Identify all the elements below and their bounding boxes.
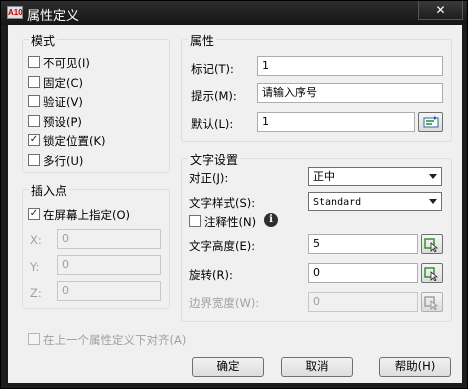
ok-button[interactable]: 确定 bbox=[192, 357, 264, 377]
text-height-label: 文字高度(E): bbox=[189, 239, 256, 253]
prompt-label: 提示(M): bbox=[191, 89, 237, 103]
default-input[interactable]: 1 bbox=[257, 112, 415, 132]
close-button[interactable]: ✕ bbox=[418, 1, 463, 20]
mode-checkbox[interactable] bbox=[28, 75, 40, 88]
justify-select-value: 正中 bbox=[313, 170, 335, 183]
mode-checkbox-label: 固定(C) bbox=[43, 75, 84, 90]
mode-checkbox-label: 不可见(I) bbox=[43, 56, 90, 70]
x-input[interactable]: 0 bbox=[57, 229, 161, 249]
mode-checkbox-label: 验证(V) bbox=[43, 95, 83, 109]
y-input[interactable]: 0 bbox=[57, 255, 161, 275]
attribute-group-title: 属性 bbox=[188, 32, 217, 49]
mode-checkbox[interactable] bbox=[28, 153, 40, 166]
annotative-checkbox[interactable] bbox=[189, 215, 201, 227]
align-below-previous-label: 在上一个属性定义下对齐(A) bbox=[43, 333, 187, 347]
mode-checkbox-label: 锁定位置(K) bbox=[43, 134, 106, 148]
boundary-width-label: 边界宽度(W): bbox=[189, 296, 260, 310]
pick-point-icon bbox=[424, 238, 439, 253]
pick-point-icon bbox=[424, 296, 439, 311]
tag-label: 标记(T): bbox=[191, 62, 234, 76]
mode-checkbox-label: 多行(U) bbox=[43, 153, 84, 168]
autocad-app-icon: A10 bbox=[7, 6, 23, 19]
tag-input[interactable]: 1 bbox=[257, 56, 443, 76]
info-icon[interactable]: i bbox=[264, 213, 278, 227]
mode-checkbox[interactable] bbox=[28, 56, 40, 68]
justify-select[interactable]: 正中 bbox=[308, 167, 442, 186]
pick-text-height-button[interactable] bbox=[421, 234, 443, 254]
cancel-button[interactable]: 取消 bbox=[281, 357, 353, 377]
insert-field-icon bbox=[423, 116, 438, 128]
mode-checkbox[interactable] bbox=[28, 114, 40, 127]
close-icon: ✕ bbox=[435, 3, 446, 17]
prompt-input[interactable]: 请输入序号 bbox=[257, 83, 443, 103]
text-style-select-value: Standard bbox=[313, 197, 362, 208]
pick-boundary-width-button[interactable] bbox=[421, 292, 443, 312]
align-below-previous-checkbox[interactable] bbox=[28, 333, 40, 345]
pick-point-icon bbox=[424, 267, 439, 282]
text-settings-group-title: 文字设置 bbox=[188, 151, 241, 168]
chevron-down-icon bbox=[429, 199, 437, 204]
insertion-point-group-title: 插入点 bbox=[29, 182, 70, 199]
chevron-down-icon bbox=[429, 174, 437, 179]
z-label: Z: bbox=[30, 286, 42, 300]
text-height-input[interactable]: 5 bbox=[308, 234, 418, 254]
specify-on-screen-checkbox[interactable]: ✓ bbox=[28, 208, 40, 220]
rotation-input[interactable]: 0 bbox=[308, 263, 418, 283]
rotation-label: 旋转(R): bbox=[189, 268, 233, 282]
mode-checkbox[interactable]: ✓ bbox=[28, 134, 40, 146]
dialog-title: 属性定义 bbox=[27, 9, 80, 24]
mode-checkbox-label: 预设(P) bbox=[43, 114, 82, 129]
z-input[interactable]: 0 bbox=[57, 281, 161, 301]
justify-label: 对正(J): bbox=[189, 171, 229, 185]
text-style-label: 文字样式(S): bbox=[189, 196, 256, 210]
boundary-width-input[interactable]: 0 bbox=[308, 292, 418, 312]
y-label: Y: bbox=[30, 260, 40, 274]
pick-rotation-button[interactable] bbox=[421, 263, 443, 283]
mode-group-title: 模式 bbox=[29, 32, 58, 49]
x-label: X: bbox=[30, 233, 42, 247]
insert-field-button[interactable] bbox=[418, 112, 443, 132]
mode-checkbox[interactable] bbox=[28, 95, 40, 107]
text-style-select[interactable]: Standard bbox=[308, 192, 442, 211]
dialog-body: 模式 属性 标记(T): 1 提示(M): 请输入序号 默认(L): 1 插入点… bbox=[8, 25, 462, 383]
specify-on-screen-label: 在屏幕上指定(O) bbox=[43, 208, 131, 222]
title-bar[interactable]: A10 属性定义 ✕ bbox=[1, 1, 467, 25]
help-button[interactable]: 帮助(H) bbox=[379, 357, 451, 377]
dialog-window: A10 属性定义 ✕ 模式 属性 标记(T): 1 提示(M): 请输入序号 默… bbox=[0, 0, 468, 389]
annotative-label: 注释性(N) bbox=[204, 215, 257, 229]
default-label: 默认(L): bbox=[191, 117, 234, 131]
